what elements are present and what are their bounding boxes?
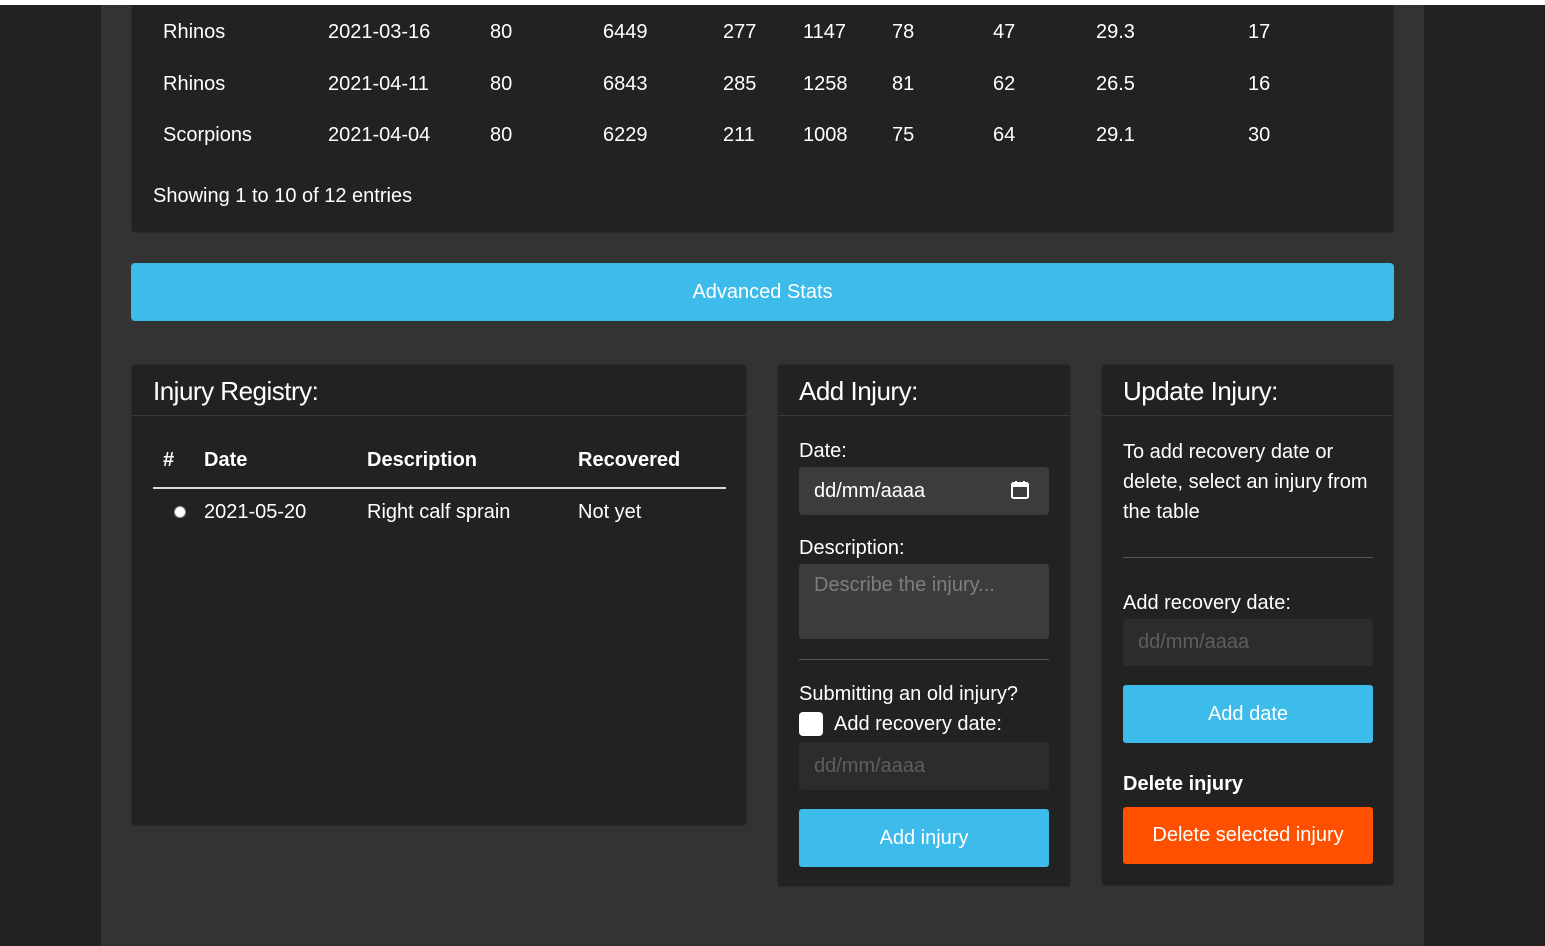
date-input-value: dd/mm/aaaa bbox=[814, 479, 926, 502]
update-injury-card: Update Injury: To add recovery date or d… bbox=[1101, 364, 1394, 886]
injury-recovered: Not yet bbox=[578, 501, 642, 523]
update-divider bbox=[1123, 557, 1373, 558]
old-recovery-date-value: dd/mm/aaaa bbox=[814, 754, 926, 777]
col-header-date[interactable]: Date bbox=[204, 449, 247, 472]
delete-injury-button[interactable]: Delete selected injury bbox=[1123, 807, 1373, 864]
cell-team: Rhinos bbox=[163, 73, 226, 95]
recovery-checkbox-label: Add recovery date: bbox=[834, 713, 1002, 735]
table-cell: 80 bbox=[490, 21, 513, 43]
table-cell: 30 bbox=[1248, 124, 1271, 146]
entries-info: Showing 1 to 10 of 12 entries bbox=[153, 185, 413, 207]
table-cell: 64 bbox=[993, 124, 1016, 146]
col-header-recovered[interactable]: Recovered bbox=[578, 449, 680, 472]
table-cell: 6449 bbox=[603, 21, 648, 43]
table-cell: 26.5 bbox=[1096, 73, 1135, 95]
description-textarea[interactable]: Describe the injury... bbox=[799, 564, 1049, 639]
table-cell: 285 bbox=[723, 73, 757, 95]
table-cell: 47 bbox=[993, 21, 1016, 43]
advanced-stats-button[interactable]: Advanced Stats bbox=[131, 263, 1394, 321]
recovery-date-value: dd/mm/aaaa bbox=[1138, 631, 1250, 653]
injury-description: Right calf sprain bbox=[367, 501, 511, 523]
old-recovery-date-input[interactable]: dd/mm/aaaa bbox=[799, 742, 1049, 790]
recovery-date-input[interactable]: dd/mm/aaaa bbox=[1123, 619, 1373, 666]
add-injury-card: Add Injury: Date: dd/mm/aaaa Description… bbox=[777, 364, 1071, 887]
table-cell: 211 bbox=[723, 124, 755, 146]
date-input[interactable]: dd/mm/aaaa bbox=[799, 467, 1049, 515]
col-header-description[interactable]: Description bbox=[367, 449, 477, 472]
table-row: Scorpions 2021-04-04 80 6229 211 1008 75… bbox=[132, 124, 1393, 154]
table-row: Rhinos 2021-03-16 80 6449 277 1147 78 47… bbox=[132, 21, 1393, 51]
update-help-text: To add recovery date or delete, select a… bbox=[1123, 441, 1368, 523]
cell-team: Scorpions bbox=[163, 124, 252, 146]
description-label: Description: bbox=[799, 537, 905, 559]
stats-table-card: Rhinos 2021-03-16 80 6449 277 1147 78 47… bbox=[131, 5, 1394, 233]
date-label: Date: bbox=[799, 440, 847, 462]
add-injury-title: Add Injury: bbox=[778, 365, 1070, 416]
add-date-button[interactable]: Add date bbox=[1123, 685, 1373, 743]
form-divider bbox=[799, 659, 1049, 660]
table-cell: 80 bbox=[490, 73, 513, 95]
add-injury-button[interactable]: Add injury bbox=[799, 809, 1049, 867]
table-cell: 78 bbox=[892, 21, 915, 43]
cell-date: 2021-03-16 bbox=[328, 21, 431, 43]
table-cell: 16 bbox=[1248, 73, 1271, 95]
table-cell: 81 bbox=[892, 73, 915, 95]
table-cell: 1147 bbox=[803, 21, 847, 43]
cell-date: 2021-04-11 bbox=[328, 73, 429, 95]
col-header-number[interactable]: # bbox=[163, 449, 174, 472]
recovery-date-checkbox[interactable] bbox=[799, 712, 823, 736]
table-cell: 1008 bbox=[803, 124, 848, 146]
calendar-icon[interactable] bbox=[1011, 481, 1029, 499]
header-divider bbox=[153, 487, 726, 489]
injury-select-radio[interactable] bbox=[174, 506, 186, 518]
table-cell: 6229 bbox=[603, 124, 648, 146]
recovery-date-label: Add recovery date: bbox=[1123, 592, 1291, 614]
table-cell: 6843 bbox=[603, 73, 648, 95]
table-cell: 1258 bbox=[803, 73, 848, 95]
table-cell: 277 bbox=[723, 21, 757, 43]
table-cell: 62 bbox=[993, 73, 1016, 95]
injury-registry-card: Injury Registry: # Date Description Reco… bbox=[131, 364, 747, 826]
registry-title: Injury Registry: bbox=[132, 365, 746, 416]
table-cell: 17 bbox=[1248, 21, 1271, 43]
table-row: Rhinos 2021-04-11 80 6843 285 1258 81 62… bbox=[132, 73, 1393, 103]
table-cell: 80 bbox=[490, 124, 513, 146]
injury-date: 2021-05-20 bbox=[204, 501, 307, 523]
description-placeholder: Describe the injury... bbox=[814, 574, 995, 596]
cell-date: 2021-04-04 bbox=[328, 124, 431, 146]
delete-injury-heading: Delete injury bbox=[1123, 773, 1244, 795]
update-injury-title: Update Injury: bbox=[1102, 365, 1393, 416]
table-cell: 29.3 bbox=[1096, 21, 1135, 43]
table-cell: 75 bbox=[892, 124, 915, 146]
table-cell: 29.1 bbox=[1096, 124, 1135, 146]
cell-team: Rhinos bbox=[163, 21, 226, 43]
old-injury-label: Submitting an old injury? bbox=[799, 683, 1019, 705]
